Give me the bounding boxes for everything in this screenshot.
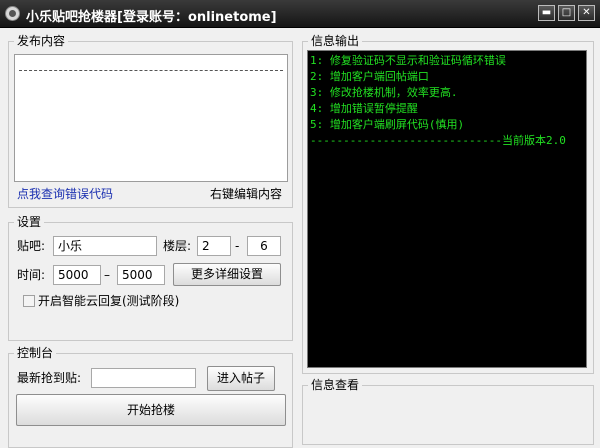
app-icon — [5, 6, 20, 21]
right-click-edit-hint: 右键编辑内容 — [210, 187, 283, 201]
tieba-input[interactable]: 小乐 — [53, 236, 157, 256]
info-view-legend: 信息查看 — [308, 377, 363, 393]
floor-separator: - — [235, 239, 240, 253]
minimize-button[interactable]: ▬ — [538, 5, 555, 21]
enter-post-button[interactable]: 进入帖子 — [207, 366, 275, 391]
control-panel-group: 控制台 最新抢到贴: 进入帖子 开始抢楼 — [8, 345, 293, 448]
output-line: 4: 增加错误暂停提醒 — [310, 102, 418, 115]
time-from-input[interactable]: 5000 — [53, 265, 101, 285]
info-output-console: 1: 修复验证码不显示和验证码循环错误 2: 增加客户端回帖端口 3: 修改抢楼… — [307, 50, 587, 368]
query-error-code-link[interactable]: 点我查询错误代码 — [17, 186, 113, 202]
info-view-group: 信息查看 — [302, 377, 594, 445]
floor-label: 楼层: — [163, 239, 192, 253]
time-label: 时间: — [17, 268, 46, 282]
latest-grabbed-label: 最新抢到贴: — [17, 371, 82, 385]
smart-reply-checkbox[interactable] — [23, 295, 35, 307]
settings-legend: 设置 — [14, 214, 45, 230]
maximize-button[interactable]: □ — [558, 5, 575, 21]
info-output-legend: 信息输出 — [308, 33, 363, 49]
window-title: 小乐贴吧抢楼器[登录账号：onlinetome] — [26, 10, 277, 25]
tieba-label: 贴吧: — [17, 239, 46, 253]
output-line: 1: 修复验证码不显示和验证码循环错误 — [310, 54, 506, 67]
content-divider — [19, 70, 283, 71]
output-line: -----------------------------当前版本2.0 — [310, 134, 566, 147]
floor-to-input[interactable]: 6 — [247, 236, 281, 256]
time-to-input[interactable]: 5000 — [117, 265, 165, 285]
latest-grabbed-input[interactable] — [91, 368, 196, 388]
floor-from-input[interactable]: 2 — [197, 236, 231, 256]
time-separator: – — [104, 268, 110, 282]
output-line: 3: 修改抢楼机制，效率更高. — [310, 86, 458, 99]
output-line: 5: 增加客户端刷屏代码(慎用) — [310, 118, 465, 131]
control-panel-legend: 控制台 — [14, 345, 57, 361]
settings-group: 设置 贴吧: 小乐 楼层: 2 - 6 时间: 5000 – 5000 更多详细… — [8, 214, 293, 341]
close-button[interactable]: ✕ — [578, 5, 595, 21]
publish-content-editor[interactable] — [14, 54, 288, 182]
start-grab-button[interactable]: 开始抢楼 — [16, 394, 286, 426]
more-settings-button[interactable]: 更多详细设置 — [173, 263, 281, 286]
output-line: 2: 增加客户端回帖端口 — [310, 70, 429, 83]
title-bar: 小乐贴吧抢楼器[登录账号：onlinetome] ▬ □ ✕ — [0, 0, 600, 28]
publish-content-legend: 发布内容 — [14, 33, 69, 49]
smart-reply-label: 开启智能云回复(测试阶段) — [38, 294, 180, 308]
publish-content-group: 发布内容 点我查询错误代码 右键编辑内容 — [8, 33, 293, 208]
